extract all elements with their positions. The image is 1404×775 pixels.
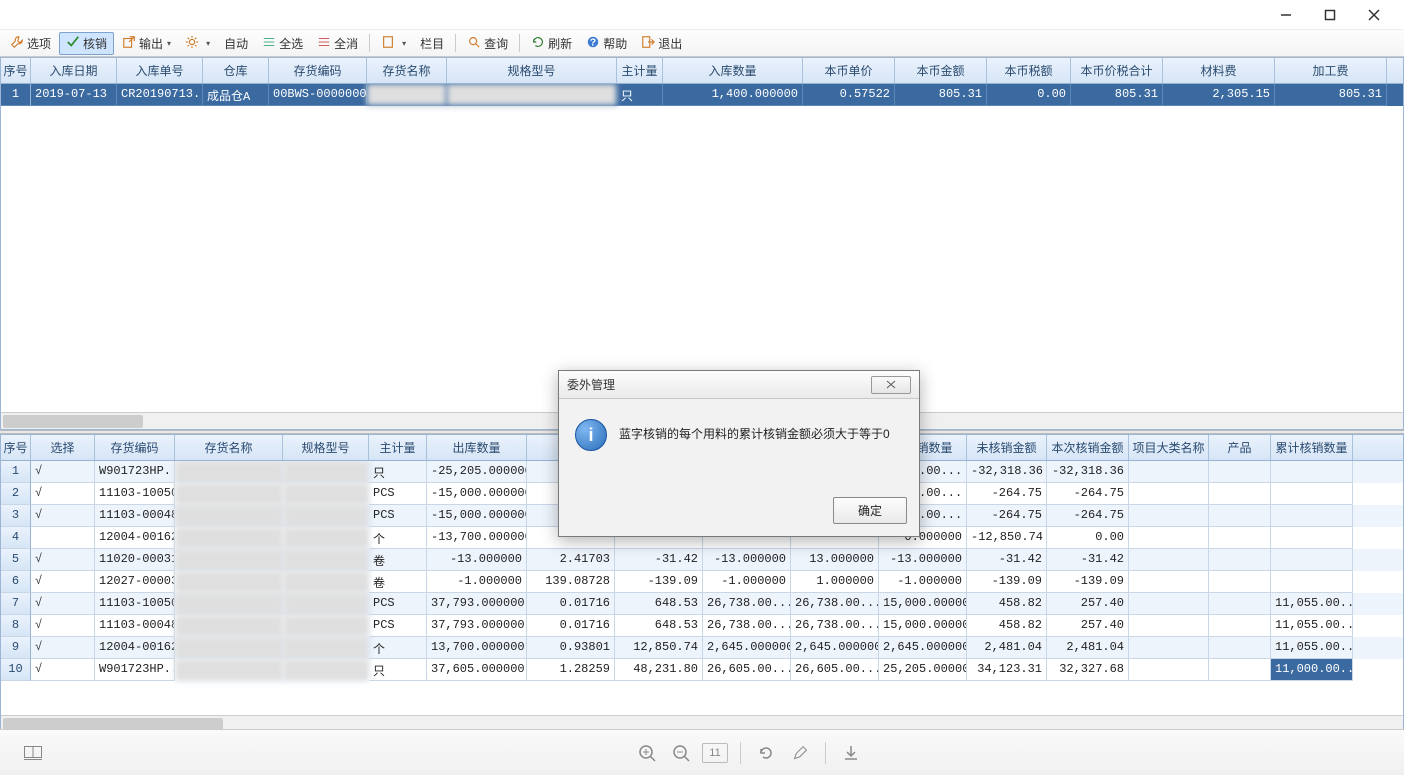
zoom-in-icon[interactable]: [630, 738, 664, 768]
minimize-button[interactable]: [1264, 1, 1308, 29]
upper-col-6[interactable]: 规格型号: [447, 58, 617, 83]
lower-col-4[interactable]: 规格型号: [283, 435, 369, 460]
toolbar: 选项核销输出▾▾自动全选全消▾栏目查询刷新?帮助退出: [0, 30, 1404, 57]
upper-col-4[interactable]: 存货编码: [269, 58, 367, 83]
help-icon: ?: [586, 35, 600, 52]
exit-icon: [641, 35, 655, 52]
upper-col-8[interactable]: 入库数量: [663, 58, 803, 83]
upper-col-9[interactable]: 本币单价: [803, 58, 895, 83]
check-icon: [66, 35, 80, 52]
gear-icon: [185, 35, 199, 52]
row-checkbox[interactable]: √: [31, 659, 95, 681]
close-button[interactable]: [1352, 1, 1396, 29]
toolbar-refresh[interactable]: 刷新: [525, 33, 578, 54]
dialog-titlebar: 委外管理: [559, 371, 919, 399]
dialog-title: 委外管理: [567, 376, 871, 393]
download-icon[interactable]: [834, 738, 868, 768]
upper-grid-header: 序号入库日期入库单号仓库存货编码存货名称规格型号主计量入库数量本币单价本币金额本…: [1, 58, 1403, 84]
table-row[interactable]: 5√11020-00031卷-13.0000002.41703-31.42-13…: [1, 549, 1403, 571]
upper-col-10[interactable]: 本币金额: [895, 58, 987, 83]
lower-col-5[interactable]: 主计量: [369, 435, 427, 460]
toolbar-verify[interactable]: 核销: [59, 32, 114, 55]
lower-col-15[interactable]: 产品: [1209, 435, 1271, 460]
info-icon: i: [575, 419, 607, 451]
upper-col-2[interactable]: 入库单号: [117, 58, 203, 83]
statusbar: 11: [0, 729, 1404, 775]
clip-icon: [381, 35, 395, 52]
list-icon: [262, 35, 276, 52]
lower-col-3[interactable]: 存货名称: [175, 435, 283, 460]
toolbar-columns[interactable]: 栏目: [414, 33, 450, 54]
row-checkbox[interactable]: √: [31, 505, 95, 527]
edit-icon[interactable]: [783, 738, 817, 768]
toolbar-exit[interactable]: 退出: [635, 33, 688, 54]
row-checkbox[interactable]: √: [31, 615, 95, 637]
table-row[interactable]: 12019-07-13CR20190713...成品仓A00BWS-000000…: [1, 84, 1403, 106]
upper-col-12[interactable]: 本币价税合计: [1071, 58, 1163, 83]
toolbar-options[interactable]: 选项: [4, 33, 57, 54]
export-icon: [122, 35, 136, 52]
upper-col-0[interactable]: 序号: [1, 58, 31, 83]
lower-col-1[interactable]: 选择: [31, 435, 95, 460]
row-checkbox[interactable]: √: [31, 637, 95, 659]
list-x-icon: [317, 35, 331, 52]
upper-col-11[interactable]: 本币税额: [987, 58, 1071, 83]
page-number[interactable]: 11: [702, 743, 728, 763]
upper-col-14[interactable]: 加工费: [1275, 58, 1387, 83]
row-checkbox[interactable]: √: [31, 571, 95, 593]
upper-col-13[interactable]: 材料费: [1163, 58, 1275, 83]
table-row[interactable]: 8√11103-00048PCS37,793.0000000.01716648.…: [1, 615, 1403, 637]
upper-col-7[interactable]: 主计量: [617, 58, 663, 83]
upper-col-1[interactable]: 入库日期: [31, 58, 117, 83]
toolbar-output[interactable]: 输出▾: [116, 33, 177, 54]
table-row[interactable]: 7√11103-10050PCS37,793.0000000.01716648.…: [1, 593, 1403, 615]
toolbar-auto[interactable]: 自动: [218, 33, 254, 54]
toolbar-help[interactable]: ?帮助: [580, 33, 633, 54]
upper-col-3[interactable]: 仓库: [203, 58, 269, 83]
upper-grid-body[interactable]: 12019-07-13CR20190713...成品仓A00BWS-000000…: [1, 84, 1403, 412]
table-row[interactable]: 6√12027-00003卷-1.000000139.08728-139.09-…: [1, 571, 1403, 593]
window-titlebar: [0, 0, 1404, 30]
row-checkbox[interactable]: √: [31, 483, 95, 505]
layout-icon[interactable]: [16, 738, 50, 768]
row-checkbox[interactable]: √: [31, 593, 95, 615]
wrench-icon: [10, 35, 24, 52]
search-icon: [467, 35, 481, 52]
lower-col-0[interactable]: 序号: [1, 435, 31, 460]
toolbar-unselect[interactable]: 全消: [311, 33, 364, 54]
toolbar-selall[interactable]: 全选: [256, 33, 309, 54]
maximize-button[interactable]: [1308, 1, 1352, 29]
svg-text:?: ?: [590, 36, 596, 48]
zoom-out-icon[interactable]: [664, 738, 698, 768]
table-row[interactable]: 10√W901723HP...只37,605.0000001.2825948,2…: [1, 659, 1403, 681]
row-checkbox[interactable]: √: [31, 461, 95, 483]
lower-col-14[interactable]: 项目大类名称: [1129, 435, 1209, 460]
lower-col-16[interactable]: 累计核销数量: [1271, 435, 1353, 460]
refresh-icon: [531, 35, 545, 52]
dialog-close-button[interactable]: [871, 376, 911, 394]
toolbar-query[interactable]: 查询: [461, 33, 514, 54]
upper-col-5[interactable]: 存货名称: [367, 58, 447, 83]
refresh-icon[interactable]: [749, 738, 783, 768]
lower-col-12[interactable]: 未核销金额: [967, 435, 1047, 460]
toolbar-gear[interactable]: ▾: [179, 33, 216, 54]
table-row[interactable]: 9√12004-00162个13,700.0000000.9380112,850…: [1, 637, 1403, 659]
ok-button[interactable]: 确定: [833, 497, 907, 524]
dialog-message: 蓝字核销的每个用料的累计核销金额必须大于等于0: [619, 419, 890, 442]
lower-col-2[interactable]: 存货编码: [95, 435, 175, 460]
message-dialog: 委外管理 i 蓝字核销的每个用料的累计核销金额必须大于等于0 确定: [558, 370, 920, 537]
row-checkbox[interactable]: √: [31, 549, 95, 571]
row-checkbox[interactable]: [31, 527, 95, 549]
lower-col-13[interactable]: 本次核销金额: [1047, 435, 1129, 460]
toolbar-x1[interactable]: ▾: [375, 33, 412, 54]
lower-col-6[interactable]: 出库数量: [427, 435, 527, 460]
